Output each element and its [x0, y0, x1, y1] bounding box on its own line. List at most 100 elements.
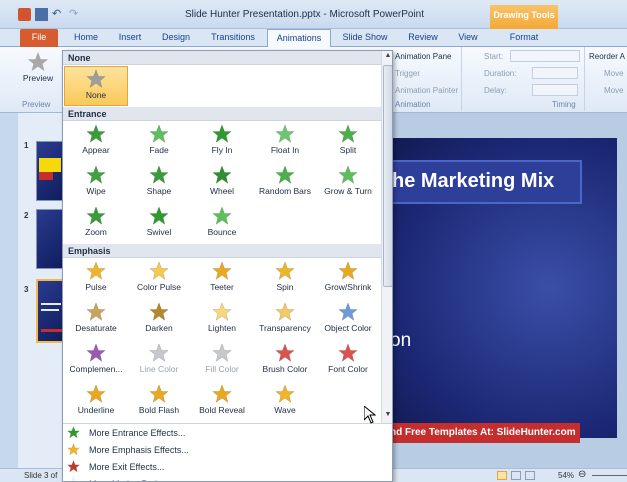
tab-transitions[interactable]: Transitions	[203, 29, 263, 47]
effect-darken[interactable]: Darken	[127, 300, 191, 340]
star-icon	[27, 51, 49, 72]
slide[interactable]: he Marketing Mix on nd Free Templates At…	[390, 138, 617, 443]
tab-slide-show[interactable]: Slide Show	[336, 29, 394, 47]
redo-icon[interactable]: ↷	[69, 8, 82, 21]
effect-fly-in[interactable]: Fly In	[190, 122, 254, 162]
effect-grow-turn[interactable]: Grow & Turn	[316, 163, 380, 203]
reading-view-icon[interactable]	[525, 471, 535, 480]
more-link-more-exit-effects[interactable]: More Exit Effects...	[67, 460, 164, 473]
effect-lighten[interactable]: Lighten	[190, 300, 254, 340]
tab-review[interactable]: Review	[402, 29, 444, 47]
tab-view[interactable]: View	[450, 29, 486, 47]
thumbnail-graphic	[41, 303, 61, 305]
gallery-scrollbar[interactable]: ▲ ▼	[381, 51, 392, 423]
effect-spin[interactable]: Spin	[253, 259, 317, 299]
tab-animations[interactable]: Animations	[267, 29, 331, 48]
slide-number: 2	[24, 211, 29, 220]
effect-desaturate[interactable]: Desaturate	[64, 300, 128, 340]
tab-file[interactable]: File	[20, 29, 58, 47]
thumbnail-graphic	[39, 172, 53, 180]
effect-label: Pulse	[85, 282, 107, 292]
effect-label: Bounce	[207, 227, 237, 237]
effect-underline[interactable]: Underline	[64, 382, 128, 422]
tab-home[interactable]: Home	[66, 29, 106, 47]
effect-bold-flash[interactable]: Bold Flash	[127, 382, 191, 422]
more-link-more-motion-paths[interactable]: More Motion Paths...	[67, 477, 172, 481]
effect-split[interactable]: Split	[316, 122, 380, 162]
star-icon	[86, 302, 106, 321]
delay-spinner[interactable]	[532, 84, 578, 96]
effect-random-bars[interactable]: Random Bars	[253, 163, 317, 203]
undo-icon[interactable]: ↶	[52, 8, 65, 21]
effect-fade[interactable]: Fade	[127, 122, 191, 162]
effect-bold-reveal[interactable]: Bold Reveal	[190, 382, 254, 422]
animation-pane-button[interactable]: Animation Pane	[395, 52, 451, 61]
effect-zoom[interactable]: Zoom	[64, 204, 128, 244]
more-link-more-entrance-effects[interactable]: More Entrance Effects...	[67, 426, 185, 439]
star-icon	[149, 302, 169, 321]
effect-appear[interactable]: Appear	[64, 122, 128, 162]
effect-label: Swivel	[146, 227, 172, 237]
slide-number: 3	[24, 285, 29, 294]
trigger-button[interactable]: Trigger	[395, 69, 420, 78]
tab-design[interactable]: Design	[155, 29, 197, 47]
effect-swivel[interactable]: Swivel	[127, 204, 191, 244]
scroll-thumb[interactable]	[383, 65, 392, 287]
effect-wave[interactable]: Wave	[253, 382, 317, 422]
effect-grow-shrink[interactable]: Grow/Shrink	[316, 259, 380, 299]
effect-wheel[interactable]: Wheel	[190, 163, 254, 203]
effect-brush-color[interactable]: Brush Color	[253, 341, 317, 381]
zoom-slider[interactable]	[592, 475, 627, 476]
effect-label: Underline	[77, 405, 115, 415]
move-earlier-button[interactable]: Move	[604, 69, 624, 78]
effect-teeter[interactable]: Teeter	[190, 259, 254, 299]
effect-label: Bold Flash	[138, 405, 180, 415]
start-dropdown[interactable]	[510, 50, 580, 62]
scroll-up-arrow[interactable]: ▲	[383, 52, 392, 62]
effect-complemen[interactable]: Complemen...	[64, 341, 128, 381]
star-icon	[338, 343, 358, 362]
effect-none[interactable]: None	[64, 66, 128, 106]
tab-insert[interactable]: Insert	[110, 29, 150, 47]
more-effects-links: More Entrance Effects... More Emphasis Ef…	[63, 423, 392, 481]
effect-fill-color[interactable]: Fill Color	[190, 341, 254, 381]
preview-button[interactable]: Preview	[18, 51, 58, 93]
tab-format[interactable]: Format	[496, 29, 552, 47]
effect-label: Transparency	[259, 323, 311, 333]
effect-color-pulse[interactable]: Color Pulse	[127, 259, 191, 299]
slide-info: Slide 3 of	[24, 471, 58, 480]
duration-spinner[interactable]	[532, 67, 578, 79]
effect-transparency[interactable]: Transparency	[253, 300, 317, 340]
star-icon	[149, 165, 169, 184]
star-icon	[86, 343, 106, 362]
effect-label: Spin	[276, 282, 294, 292]
animation-painter-button[interactable]: Animation Painter	[395, 86, 458, 95]
effect-shape[interactable]: Shape	[127, 163, 191, 203]
section-header-emphasis: Emphasis	[63, 244, 381, 258]
more-effects-star-icon	[72, 477, 75, 481]
effect-line-color[interactable]: Line Color	[127, 341, 191, 381]
slide-sorter-icon[interactable]	[511, 471, 521, 480]
zoom-out-icon[interactable]: ⊖	[578, 469, 586, 480]
more-link-more-emphasis-effects[interactable]: More Emphasis Effects...	[67, 443, 189, 456]
slide-title[interactable]: he Marketing Mix	[390, 160, 582, 204]
effect-label: Appear	[82, 145, 110, 155]
effect-label: Wipe	[86, 186, 106, 196]
effect-font-color[interactable]: Font Color	[316, 341, 380, 381]
effect-label: Zoom	[85, 227, 107, 237]
group-divider	[584, 47, 585, 111]
slide-banner[interactable]: nd Free Templates At: SlideHunter.com	[390, 423, 580, 443]
effect-object-color[interactable]: Object Color	[316, 300, 380, 340]
effect-label: Random Bars	[259, 186, 311, 196]
effect-wipe[interactable]: Wipe	[64, 163, 128, 203]
scroll-down-arrow[interactable]: ▼	[383, 411, 392, 421]
save-icon[interactable]	[35, 8, 48, 21]
slide-subtitle[interactable]: on	[390, 330, 411, 352]
zoom-level[interactable]: 54%	[558, 471, 574, 480]
effect-float-in[interactable]: Float In	[253, 122, 317, 162]
star-icon	[275, 343, 295, 362]
effect-pulse[interactable]: Pulse	[64, 259, 128, 299]
effect-bounce[interactable]: Bounce	[190, 204, 254, 244]
normal-view-icon[interactable]	[497, 471, 507, 480]
move-later-button[interactable]: Move	[604, 86, 624, 95]
